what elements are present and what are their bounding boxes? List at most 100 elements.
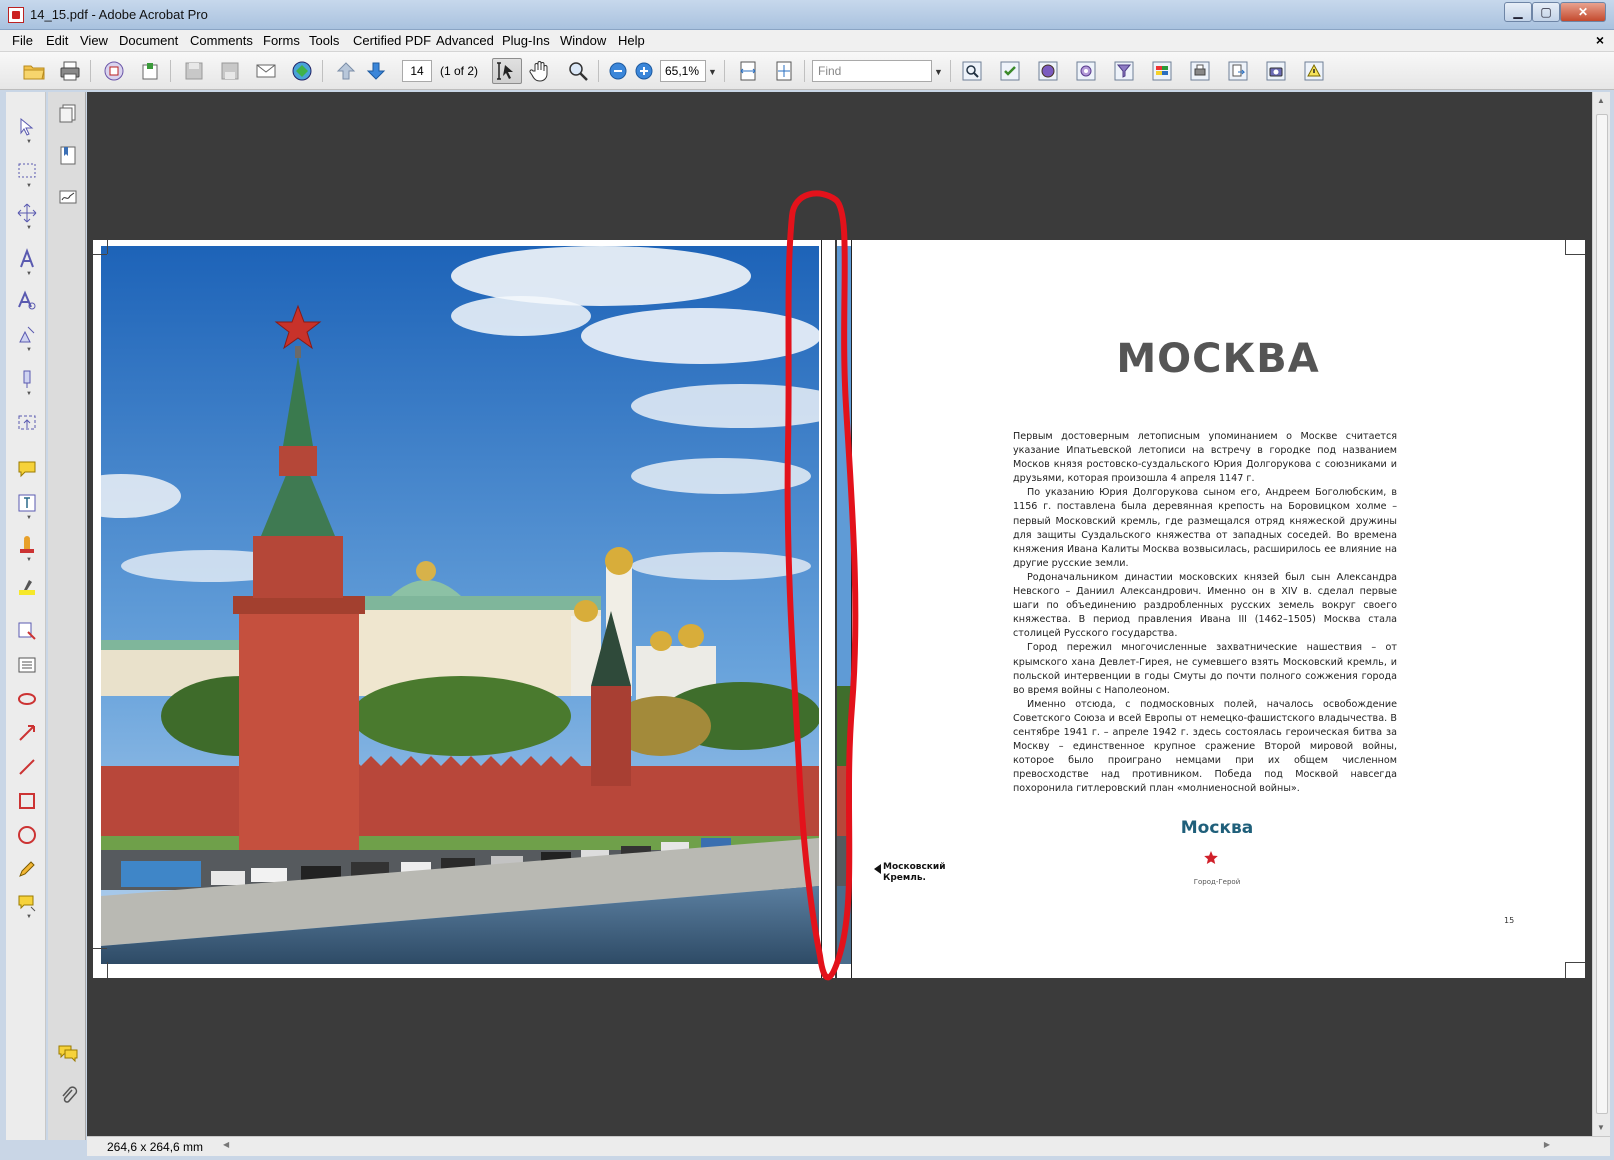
- check-icon[interactable]: [998, 59, 1022, 83]
- kremlin-photo: [101, 246, 819, 964]
- maximize-button[interactable]: ▢: [1532, 2, 1560, 22]
- pencil-tool-icon[interactable]: [16, 858, 38, 880]
- caption-line: Кремль.: [883, 873, 926, 883]
- scroll-left-icon[interactable]: ◀: [223, 1140, 229, 1149]
- hand-tool-icon[interactable]: [528, 59, 552, 83]
- menu-advanced[interactable]: Advanced: [436, 33, 494, 48]
- print-production-icon[interactable]: [1188, 59, 1212, 83]
- paragraph: По указанию Юрия Долгорукова сыном его, …: [1013, 487, 1397, 569]
- scroll-thumb[interactable]: [1596, 114, 1608, 1114]
- scroll-up-icon[interactable]: ▲: [1597, 96, 1605, 105]
- crop-tool-icon[interactable]: [16, 368, 38, 390]
- line-tool-icon[interactable]: [16, 756, 38, 778]
- marquee-select-icon[interactable]: [16, 160, 38, 182]
- menu-certified-pdf[interactable]: Certified PDF: [353, 33, 431, 48]
- paragraph: Город пережил многочисленные захватничес…: [1013, 642, 1397, 696]
- cloud-icon[interactable]: [16, 688, 38, 710]
- signatures-panel-icon[interactable]: [57, 186, 79, 208]
- object-touchup-icon[interactable]: [16, 324, 38, 346]
- page-number-input[interactable]: 14: [402, 60, 432, 82]
- acrobat-app-icon[interactable]: [8, 7, 24, 23]
- email-icon[interactable]: [254, 59, 278, 83]
- save-icon[interactable]: [182, 59, 206, 83]
- next-page-icon[interactable]: [364, 59, 388, 83]
- zoom-level-input[interactable]: 65,1%: [660, 60, 706, 82]
- menu-document[interactable]: Document: [119, 33, 178, 48]
- paragraph: Родоначальником династии московских княз…: [1013, 571, 1397, 640]
- menu-comments[interactable]: Comments: [190, 33, 253, 48]
- document-view[interactable]: МОСКВА Первым достоверным летописным упо…: [87, 92, 1592, 1136]
- crop-mark: [1565, 962, 1585, 963]
- sticky-note-icon[interactable]: [16, 458, 38, 480]
- rectangle-tool-icon[interactable]: [16, 790, 38, 812]
- minimize-button[interactable]: ▁: [1504, 2, 1532, 22]
- stamp-icon[interactable]: [16, 534, 38, 556]
- link-tool-icon[interactable]: [16, 412, 38, 434]
- close-document-button[interactable]: ×: [1596, 32, 1604, 48]
- text-touchup-icon[interactable]: [16, 248, 38, 270]
- attach-comment-icon[interactable]: [16, 620, 38, 642]
- paragraph: Первым достоверным летописным упоминание…: [1013, 431, 1397, 485]
- find-input[interactable]: Find: [812, 60, 932, 82]
- scroll-right-icon[interactable]: ▶: [1544, 1140, 1550, 1149]
- filter-icon[interactable]: [1112, 59, 1136, 83]
- callout-tool-icon[interactable]: [16, 892, 38, 914]
- arrow-tool-icon[interactable]: [16, 722, 38, 744]
- fit-width-icon[interactable]: [736, 59, 760, 83]
- menu-forms[interactable]: Forms: [263, 33, 300, 48]
- color-icon[interactable]: [1150, 59, 1174, 83]
- pages-panel-icon[interactable]: [57, 102, 79, 124]
- crop-mark: [93, 254, 107, 255]
- attachments-panel-icon[interactable]: [57, 1084, 79, 1106]
- collaborate-icon[interactable]: [290, 59, 314, 83]
- menu-help[interactable]: Help: [618, 33, 645, 48]
- globe-icon[interactable]: [1036, 59, 1060, 83]
- article-body: Первым достоверным летописным упоминание…: [1013, 430, 1397, 796]
- page-number: 15: [1504, 916, 1515, 925]
- menu-view[interactable]: View: [80, 33, 108, 48]
- export-icon[interactable]: [138, 59, 162, 83]
- zoom-out-icon[interactable]: [606, 59, 630, 83]
- move-icon[interactable]: [16, 202, 38, 224]
- hero-city-label: Город-Герой: [1193, 878, 1241, 886]
- comments-panel-icon[interactable]: [57, 1042, 79, 1064]
- menu-file[interactable]: File: [12, 33, 33, 48]
- find-dropdown-icon[interactable]: ▼: [934, 67, 943, 77]
- menu-plug-ins[interactable]: Plug-Ins: [502, 33, 550, 48]
- typewriter-icon[interactable]: [16, 290, 38, 312]
- save-disk-icon[interactable]: [218, 59, 242, 83]
- zoom-dropdown-icon[interactable]: ▼: [708, 67, 717, 77]
- page-15: МОСКВА Первым достоверным летописным упо…: [837, 240, 1585, 978]
- text-box-icon[interactable]: [16, 654, 38, 676]
- menu-edit[interactable]: Edit: [46, 33, 68, 48]
- crop-mark: [107, 962, 108, 978]
- text-edit-icon[interactable]: [16, 492, 38, 514]
- menu-window[interactable]: Window: [560, 33, 606, 48]
- zoom-tool-icon[interactable]: [566, 59, 590, 83]
- snapshot-icon[interactable]: [1264, 59, 1288, 83]
- scroll-down-icon[interactable]: ▼: [1597, 1123, 1605, 1132]
- preflight-icon[interactable]: [1074, 59, 1098, 83]
- page-dimensions: 264,6 x 264,6 mm: [107, 1140, 204, 1154]
- zoom-in-icon[interactable]: [632, 59, 656, 83]
- menu-tools[interactable]: Tools: [309, 33, 339, 48]
- select-arrow-icon[interactable]: [16, 116, 38, 138]
- vertical-scrollbar[interactable]: ▲ ▼: [1592, 92, 1610, 1136]
- page-title: МОСКВА: [1116, 336, 1320, 382]
- status-bar: 264,6 x 264,6 mm ◀ ▶: [87, 1136, 1610, 1156]
- create-pdf-icon[interactable]: [102, 59, 126, 83]
- previous-page-icon[interactable]: [334, 59, 358, 83]
- fit-page-icon[interactable]: [772, 59, 796, 83]
- close-window-button[interactable]: ✕: [1560, 2, 1606, 22]
- warning-icon[interactable]: [1302, 59, 1326, 83]
- print-icon[interactable]: [58, 59, 82, 83]
- search-icon[interactable]: [960, 59, 984, 83]
- highlight-icon[interactable]: [16, 576, 38, 598]
- bookmarks-panel-icon[interactable]: [57, 144, 79, 166]
- window-title: 14_15.pdf - Adobe Acrobat Pro: [30, 7, 208, 22]
- open-icon[interactable]: [22, 59, 46, 83]
- select-tool-icon[interactable]: [495, 59, 519, 83]
- oval-tool-icon[interactable]: [16, 824, 38, 846]
- photo-bleed-sliver: [837, 246, 851, 964]
- export-page-icon[interactable]: [1226, 59, 1250, 83]
